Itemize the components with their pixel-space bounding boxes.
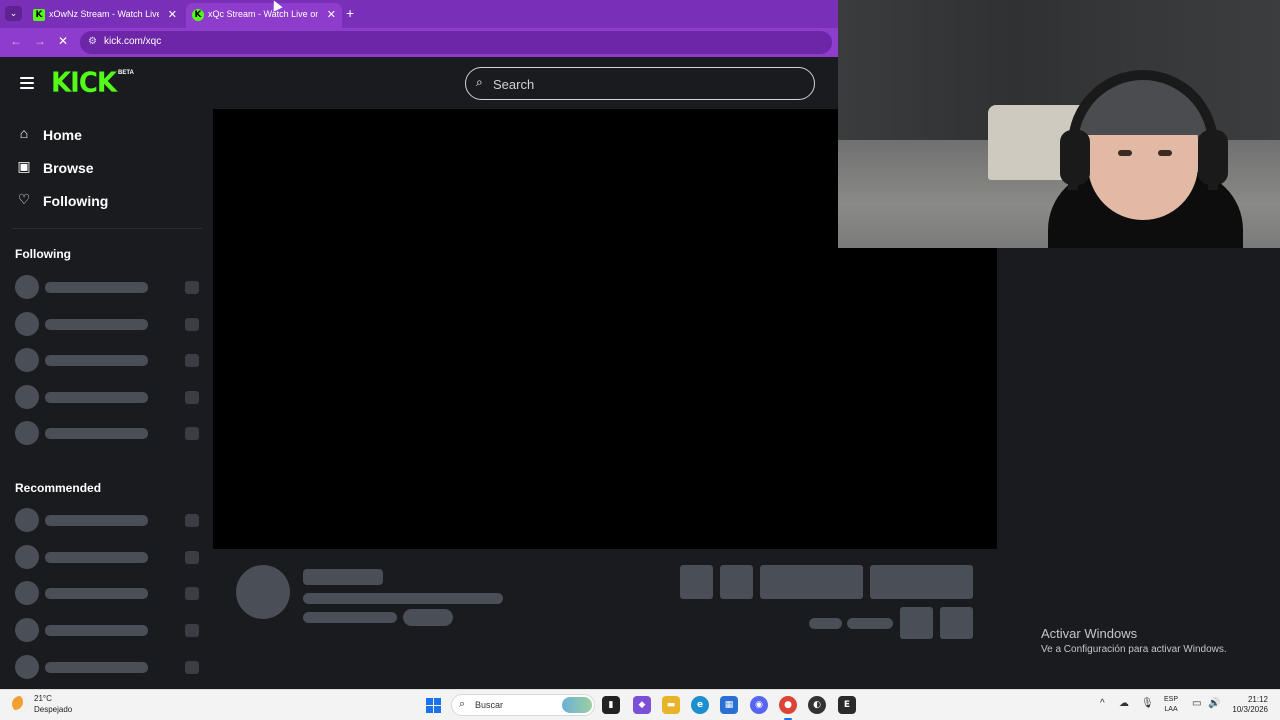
channel-skeleton [15, 421, 200, 445]
tag-skeleton [403, 609, 453, 626]
channel-skeleton [15, 581, 200, 605]
recommended-section-title: Recommended [15, 481, 102, 495]
button-skeleton [940, 607, 973, 639]
onedrive-icon[interactable]: ☁ [1119, 698, 1129, 709]
stat-skeleton [809, 618, 842, 629]
activation-subtitle: Ve a Configuración para activar Windows. [1041, 644, 1227, 655]
heart-icon: ♡ [17, 191, 31, 207]
sidebar-item-label: Browse [43, 160, 94, 176]
url-text: kick.com/xqc [104, 36, 162, 47]
volume-icon[interactable]: 🔊 [1208, 698, 1220, 709]
stop-loading-icon[interactable]: ✕ [58, 34, 68, 48]
search-icon: ⌕ [476, 75, 483, 89]
channel-skeleton [15, 655, 200, 679]
weather-description[interactable]: Despejado [34, 705, 72, 714]
stream-info-skeleton [213, 549, 997, 689]
sidebar-item-label: Home [43, 127, 82, 143]
tab-title: xOwNz Stream - Watch Live on Kick [49, 9, 159, 19]
button-skeleton [870, 565, 973, 599]
system-clock[interactable]: 21:12 10/3/2026 [1228, 695, 1268, 715]
tag-skeleton [303, 612, 397, 623]
clock-date: 10/3/2026 [1232, 705, 1268, 714]
app-icon[interactable]: ◐ [808, 696, 826, 714]
search-placeholder: Search [493, 77, 535, 92]
windows-taskbar: 21°C Despejado ⌕ Buscar ▮ ◆ ▬ e ▦ ◉ ● ◐ … [0, 689, 1280, 720]
epic-games-icon[interactable]: E [838, 696, 856, 714]
browser-tab-bar: ⌄ K xOwNz Stream - Watch Live on Kick ✕ … [0, 0, 838, 28]
hamburger-icon[interactable] [20, 77, 34, 92]
search-highlight-image [562, 697, 592, 713]
search-input[interactable]: ⌕ Search [465, 67, 815, 100]
close-tab-icon[interactable]: ✕ [168, 8, 177, 21]
tab-xownz[interactable]: K xOwNz Stream - Watch Live on Kick ✕ [27, 3, 183, 28]
sidebar-item-home[interactable]: ⌂ Home [15, 124, 205, 146]
screen: ⌄ K xOwNz Stream - Watch Live on Kick ✕ … [0, 0, 1280, 720]
title-skeleton [303, 569, 383, 585]
webcam-overlay [838, 0, 1280, 248]
folder-icon[interactable]: ▬ [662, 696, 680, 714]
stat-skeleton [847, 618, 893, 629]
search-icon: ⌕ [459, 698, 466, 710]
sidebar-item-browse[interactable]: ▣ Browse [15, 157, 205, 179]
kick-logo[interactable]: KICK [51, 67, 117, 99]
kick-favicon-icon: K [33, 9, 45, 21]
channel-skeleton [15, 618, 200, 642]
language-code: ESP [1164, 696, 1179, 703]
forward-arrow-icon[interactable]: → [34, 34, 46, 48]
browse-icon: ▣ [17, 158, 31, 174]
site-header: KICK BETA ⌕ Search [0, 57, 838, 109]
tray-chevron-icon[interactable]: ^ [1100, 698, 1105, 709]
windows-start-icon[interactable] [426, 698, 441, 713]
microphone-icon[interactable]: 🎙 [1141, 698, 1154, 709]
copilot-icon[interactable]: ◆ [633, 696, 651, 714]
taskbar-search-input[interactable]: ⌕ Buscar [451, 694, 595, 716]
sidebar-item-following[interactable]: ♡ Following [15, 190, 205, 212]
close-tab-icon[interactable]: ✕ [327, 8, 336, 21]
button-skeleton [900, 607, 933, 639]
channel-skeleton [15, 312, 200, 336]
store-icon[interactable]: ▦ [720, 696, 738, 714]
channel-skeleton [15, 348, 200, 372]
edge-icon[interactable]: e [691, 696, 709, 714]
windows-activation-watermark: Activar Windows Ve a Configuración para … [1041, 626, 1227, 655]
beta-badge: BETA [118, 70, 134, 76]
tab-list-icon[interactable]: ⌄ [5, 6, 22, 21]
channel-skeleton [15, 545, 200, 569]
sidebar-item-label: Following [43, 193, 109, 209]
browser-address-bar: ← → ✕ ⚙ kick.com/xqc [0, 28, 838, 57]
url-field[interactable]: ⚙ kick.com/xqc [80, 31, 832, 54]
following-section-title: Following [15, 247, 71, 261]
tab-xqc[interactable]: K xQc Stream - Watch Live on Kick ✕ [186, 3, 342, 28]
task-view-icon[interactable]: ▮ [602, 696, 620, 714]
clock-time: 21:12 [1247, 695, 1268, 704]
subtitle-skeleton [303, 593, 503, 604]
channel-skeleton [15, 275, 200, 299]
activation-title: Activar Windows [1041, 626, 1138, 641]
display-icon[interactable]: ▭ [1192, 698, 1201, 709]
back-arrow-icon[interactable]: ← [10, 34, 22, 48]
weather-moon-icon[interactable] [12, 696, 28, 712]
new-tab-button[interactable]: + [346, 5, 354, 21]
taskbar-search-label: Buscar [475, 700, 504, 710]
avatar-skeleton [236, 565, 290, 619]
layout-code: LAA [1164, 706, 1178, 713]
sidebar-divider [12, 228, 202, 229]
button-skeleton [680, 565, 713, 599]
channel-skeleton [15, 508, 200, 532]
site-info-icon[interactable]: ⚙ [88, 36, 97, 47]
tab-title: xQc Stream - Watch Live on Kick [208, 9, 318, 19]
chrome-icon[interactable]: ● [779, 696, 797, 714]
sidebar: ⌂ Home ▣ Browse ♡ Following Following Re… [0, 109, 213, 689]
chat-area [997, 248, 1280, 689]
discord-icon[interactable]: ◉ [750, 696, 768, 714]
kick-favicon-icon: K [192, 9, 204, 21]
button-skeleton [760, 565, 863, 599]
home-icon: ⌂ [19, 125, 29, 141]
channel-skeleton [15, 385, 200, 409]
weather-temperature[interactable]: 21°C [34, 694, 52, 703]
button-skeleton [720, 565, 753, 599]
language-indicator[interactable]: ESP LAA [1164, 695, 1178, 715]
